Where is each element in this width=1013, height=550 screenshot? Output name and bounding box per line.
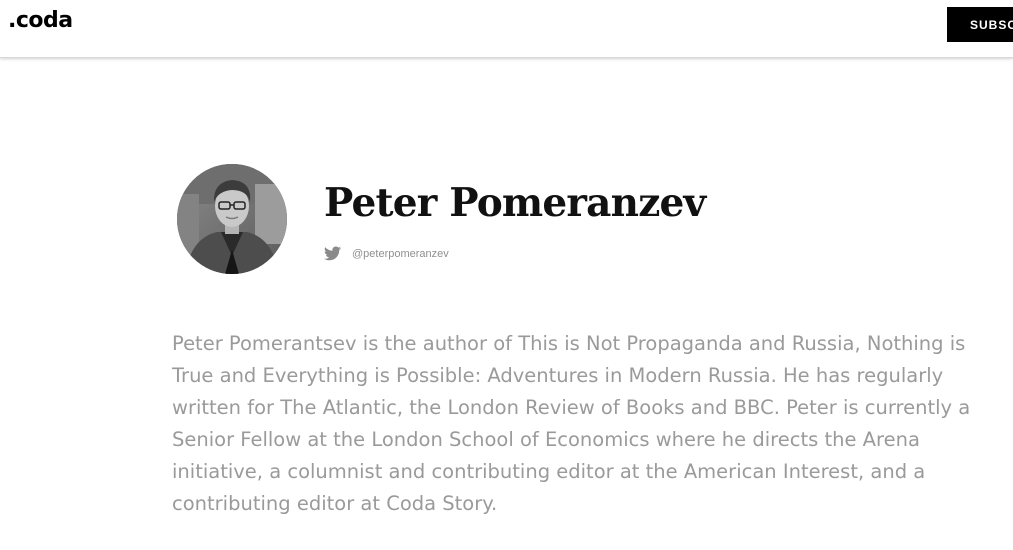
site-logo[interactable]: .coda xyxy=(8,8,73,33)
author-name: Peter Pomeranzev xyxy=(324,180,706,226)
site-header: .coda SUBSCRIBE xyxy=(0,0,1013,58)
twitter-link[interactable]: @peterpomeranzev xyxy=(324,246,449,261)
author-photo xyxy=(177,164,287,274)
avatar xyxy=(177,164,287,274)
subscribe-button[interactable]: SUBSCRIBE xyxy=(947,7,1013,42)
author-bio: Peter Pomerantsev is the author of This … xyxy=(172,332,971,515)
twitter-icon xyxy=(324,246,341,261)
twitter-handle: @peterpomeranzev xyxy=(352,247,449,260)
